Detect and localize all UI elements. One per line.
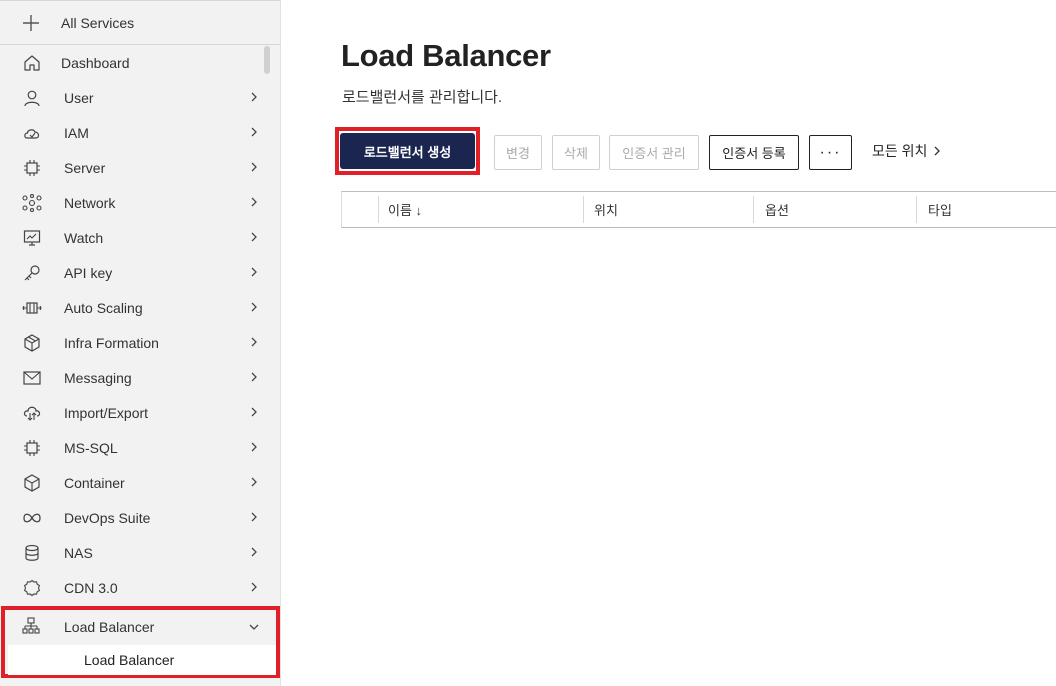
chevron-right-icon: [248, 545, 260, 559]
sidebar-item-watch[interactable]: Watch: [0, 220, 281, 255]
gear-cloud-icon: [22, 578, 42, 598]
sidebar-item-auto-scaling[interactable]: Auto Scaling: [0, 290, 281, 325]
sidebar-item-label: DevOps Suite: [64, 509, 151, 526]
sidebar-item-iam[interactable]: IAM: [0, 115, 281, 150]
page-subtitle: 로드밸런서를 관리합니다.: [342, 89, 503, 106]
sidebar-item-label: Dashboard: [61, 54, 130, 71]
sidebar-subitem-label: Load Balancer: [84, 652, 175, 668]
all-locations-label: 모든 위치: [872, 143, 928, 159]
chip-icon: [22, 158, 42, 178]
sidebar-item-nas[interactable]: NAS: [0, 535, 281, 570]
chevron-right-icon: [248, 580, 260, 594]
chevron-right-icon: [248, 265, 260, 279]
sidebar-subitem-load-balancer[interactable]: Load Balancer: [8, 645, 276, 675]
load-balancer-group-highlight: Load Balancer Load Balancer: [1, 606, 280, 678]
cloud-transfer-icon: [22, 403, 42, 423]
auto-scaling-icon: [22, 298, 42, 318]
sidebar-item-label: Infra Formation: [64, 334, 159, 351]
column-header-location[interactable]: 위치: [594, 192, 618, 227]
load-balancer-icon: [21, 616, 41, 636]
delete-button[interactable]: 삭제: [552, 135, 600, 170]
sidebar-item-user[interactable]: User: [0, 80, 281, 115]
column-divider: [916, 196, 917, 223]
cube-stack-icon: [22, 333, 42, 353]
sidebar-item-import-export[interactable]: Import/Export: [0, 395, 281, 430]
certificate-register-button[interactable]: 인증서 등록: [709, 135, 799, 170]
sidebar-item-label: Container: [64, 474, 125, 491]
chevron-right-icon: [248, 125, 260, 139]
certificate-manage-button[interactable]: 인증서 관리: [609, 135, 699, 170]
box-icon: [22, 473, 42, 493]
column-divider: [378, 196, 379, 223]
chevron-right-icon: [248, 510, 260, 524]
more-options-button[interactable]: ···: [809, 135, 852, 170]
monitor-chart-icon: [22, 228, 42, 248]
sidebar-item-label: Network: [64, 194, 116, 211]
sidebar-item-messaging[interactable]: Messaging: [0, 360, 281, 395]
sidebar-item-label: Server: [64, 159, 106, 176]
column-header-options[interactable]: 옵션: [765, 192, 789, 227]
all-services-label: All Services: [61, 14, 135, 31]
chevron-right-icon: [933, 145, 941, 157]
sidebar-item-label: Watch: [64, 229, 104, 246]
chip-icon: [22, 438, 42, 458]
sidebar-item-label: NAS: [64, 544, 93, 561]
sidebar-item-devops-suite[interactable]: DevOps Suite: [0, 500, 281, 535]
console-app: All Services Dashboard User IAM Server N…: [0, 0, 1056, 686]
chevron-right-icon: [248, 475, 260, 489]
sidebar-item-label: User: [64, 89, 94, 106]
sidebar-item-api-key[interactable]: API key: [0, 255, 281, 290]
column-header-name[interactable]: 이름 ↓: [388, 192, 422, 227]
sidebar-item-container[interactable]: Container: [0, 465, 281, 500]
sidebar-item-load-balancer[interactable]: Load Balancer: [4, 610, 275, 643]
chevron-right-icon: [248, 300, 260, 314]
create-load-balancer-button[interactable]: 로드밸런서 생성: [340, 133, 475, 169]
sidebar-item-infra-formation[interactable]: Infra Formation: [0, 325, 281, 360]
network-icon: [22, 193, 42, 213]
chevron-right-icon: [248, 335, 260, 349]
chevron-right-icon: [248, 160, 260, 174]
chevron-right-icon: [248, 440, 260, 454]
sidebar-item-dashboard[interactable]: Dashboard: [0, 45, 281, 80]
all-locations-filter[interactable]: 모든 위치: [872, 141, 941, 161]
sidebar-item-cdn[interactable]: CDN 3.0: [0, 570, 281, 605]
all-services-button[interactable]: All Services: [0, 0, 281, 45]
sidebar-item-label: Auto Scaling: [64, 299, 143, 316]
chevron-right-icon: [248, 230, 260, 244]
envelope-icon: [22, 368, 42, 388]
infinity-icon: [22, 508, 42, 528]
sidebar-item-label: IAM: [64, 124, 89, 141]
sidebar: All Services Dashboard User IAM Server N…: [0, 0, 281, 686]
column-header-type[interactable]: 타입: [928, 192, 952, 227]
sidebar-item-network[interactable]: Network: [0, 185, 281, 220]
chevron-right-icon: [248, 195, 260, 209]
database-icon: [22, 543, 42, 563]
sidebar-item-ms-sql[interactable]: MS-SQL: [0, 430, 281, 465]
plus-icon: [22, 14, 42, 32]
edit-button[interactable]: 변경: [494, 135, 542, 170]
select-all-column[interactable]: [342, 192, 378, 227]
column-divider: [753, 196, 754, 223]
load-balancer-table: 이름 ↓ 위치 옵션 타입: [341, 191, 1056, 228]
home-icon: [22, 53, 42, 73]
sidebar-item-label: API key: [64, 264, 113, 281]
chevron-down-icon: [248, 620, 260, 634]
key-icon: [22, 263, 42, 283]
sidebar-item-label: Load Balancer: [64, 618, 155, 635]
user-icon: [22, 88, 42, 108]
sidebar-item-label: CDN 3.0: [64, 579, 118, 596]
chevron-right-icon: [248, 90, 260, 104]
sidebar-item-label: MS-SQL: [64, 439, 118, 456]
sidebar-item-server[interactable]: Server: [0, 150, 281, 185]
column-divider: [583, 196, 584, 223]
sidebar-item-label: Import/Export: [64, 404, 149, 421]
sidebar-item-label: Messaging: [64, 369, 132, 386]
chevron-right-icon: [248, 405, 260, 419]
chevron-right-icon: [248, 370, 260, 384]
cloud-shield-icon: [22, 123, 42, 143]
page-title: Load Balancer: [341, 38, 551, 73]
